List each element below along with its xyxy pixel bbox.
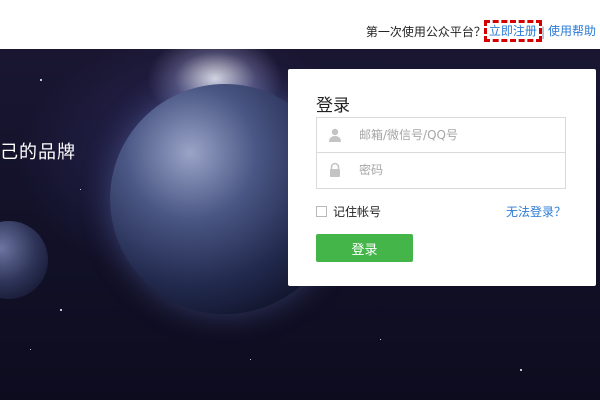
cant-login-link[interactable]: 无法登录？ [506, 203, 566, 220]
register-link[interactable]: 立即注册 [483, 20, 542, 42]
login-title: 登录 [316, 96, 350, 116]
username-input[interactable] [359, 118, 559, 152]
link-separator: | [540, 24, 545, 39]
header-links: 第一次使用公众平台？ 立即注册 | 使用帮助 [365, 20, 596, 42]
remember-checkbox[interactable] [316, 206, 327, 217]
remember-account[interactable]: 记住帐号 [316, 203, 381, 220]
username-field[interactable] [316, 117, 566, 153]
star [380, 339, 381, 340]
login-panel: 登录 记住帐号 无法登录？ 登录 [288, 69, 596, 286]
lock-icon [327, 162, 343, 178]
first-time-text: 第一次使用公众平台？ [365, 25, 486, 39]
password-field[interactable] [316, 153, 566, 189]
star [60, 309, 62, 311]
star [250, 359, 251, 360]
star [520, 369, 522, 371]
remember-label: 记住帐号 [333, 205, 382, 219]
user-icon [327, 127, 343, 143]
star [80, 189, 81, 190]
help-link[interactable]: 使用帮助 [548, 24, 596, 38]
top-header: 第一次使用公众平台？ 立即注册 | 使用帮助 [0, 0, 600, 49]
login-button[interactable]: 登录 [316, 234, 413, 262]
small-planet-image [0, 221, 48, 299]
star [40, 79, 42, 81]
star [30, 349, 31, 350]
banner-slogan: 己的品牌 [0, 142, 76, 163]
password-input[interactable] [359, 153, 559, 187]
